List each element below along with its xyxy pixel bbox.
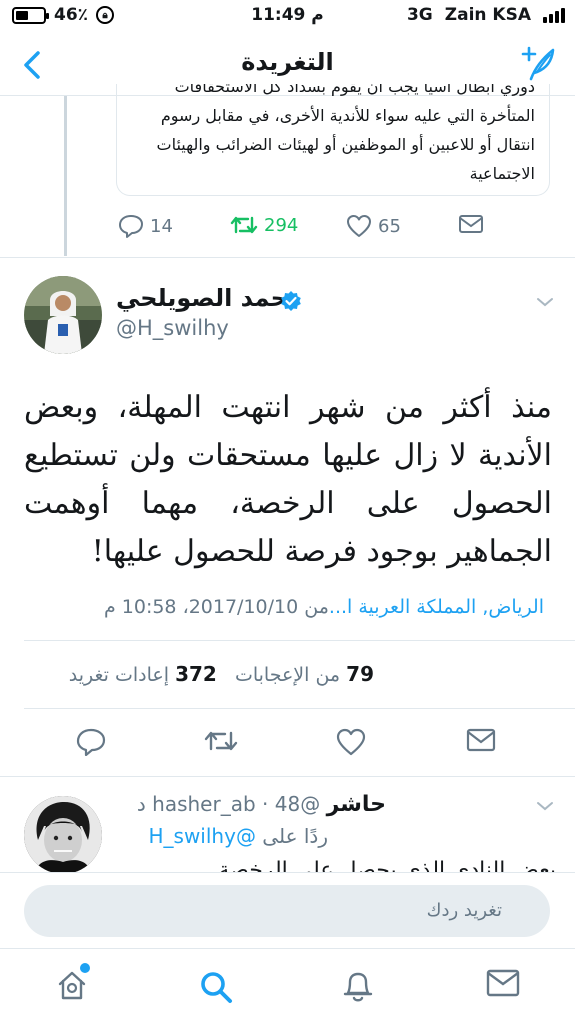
tweet-datetime: 2017/10/10، 10:58 م — [103, 596, 299, 618]
reply-header: حاشر @hasher_ab · 48 د — [136, 792, 386, 817]
like-button[interactable]: 65 — [346, 214, 401, 238]
previous-tweet-actions: 14 294 65 — [112, 214, 492, 244]
signal-icon — [543, 7, 565, 23]
divider — [24, 708, 575, 709]
like-count: 65 — [378, 215, 401, 237]
envelope-icon — [459, 215, 483, 233]
home-icon[interactable] — [56, 969, 88, 1001]
author-avatar-image — [24, 276, 102, 354]
status-bar: 46٪ 🔒︎ 11:49 م 3G Zain KSA — [0, 0, 575, 34]
tweet-stats: 79 من الإعجابات 372 إعادات تغريد — [24, 662, 374, 686]
main-tweet-actions — [0, 728, 575, 762]
messages-icon[interactable] — [486, 969, 520, 997]
quoted-tweet-card[interactable]: دوري أبطال آسيا يجب أن يقوم بسداد كل الا… — [116, 84, 550, 196]
tweet-location[interactable]: الرياض, المملكة العربية ا... — [329, 596, 544, 618]
heart-icon — [347, 215, 371, 237]
bottom-tab-bar — [0, 948, 575, 1024]
notifications-icon[interactable] — [342, 969, 374, 1003]
reply-button[interactable]: 14 — [118, 214, 173, 238]
network-type: 3G — [406, 5, 433, 25]
tweet-text: منذ أكثر من شهر انتهت المهلة، وبعض الأند… — [24, 390, 552, 569]
likes-label[interactable]: من الإعجابات — [235, 664, 340, 686]
page-title: التغريدة — [241, 48, 334, 76]
notification-dot — [80, 963, 90, 973]
thread-connector-line — [64, 96, 67, 256]
author-handle[interactable]: @H_swilhy — [116, 316, 229, 340]
reply-icon — [119, 215, 143, 238]
divider — [0, 776, 575, 777]
retweet-count: 294 — [264, 214, 299, 236]
carrier-name: Zain KSA — [444, 5, 531, 25]
retweet-button[interactable]: 294 — [230, 214, 298, 236]
author-name[interactable]: حمد الصويلحي — [116, 284, 288, 312]
reply-icon[interactable] — [76, 728, 106, 756]
chevron-down-icon[interactable] — [536, 296, 554, 308]
quoted-line: انتقال أو للاعبين أو الموظفين أو لهيئات … — [156, 135, 536, 154]
avatar[interactable] — [24, 276, 102, 354]
retweet-icon[interactable] — [204, 728, 238, 754]
reply-tweet-text: بعض النادي الذي يحصل على الرخصة — [218, 858, 556, 872]
reply-count: 14 — [150, 215, 173, 237]
replying-label: ردًا على — [262, 824, 328, 848]
tweet-metadata: الرياض, المملكة العربية ا...من 2017/10/1… — [24, 596, 544, 618]
retweets-label[interactable]: إعادات تغريد — [69, 664, 169, 686]
retweets-count[interactable]: 372 — [175, 662, 217, 686]
replying-to: ردًا على @H_swilhy — [116, 824, 328, 848]
reply-input[interactable]: تغريد ردك — [24, 885, 550, 937]
replying-mention[interactable]: @H_swilhy — [148, 824, 255, 848]
status-right: 3G Zain KSA — [407, 5, 565, 25]
retweet-icon — [230, 216, 258, 234]
quoted-tweet-text: دوري أبطال آسيا يجب أن يقوم بسداد كل الا… — [117, 84, 549, 188]
quoted-line: دوري أبطال آسيا يجب أن يقوم بسداد كل الا… — [174, 84, 535, 96]
share-dm-button[interactable] — [458, 214, 484, 234]
reply-composer-bar: تغريد ردك — [0, 872, 575, 948]
avatar[interactable] — [24, 796, 102, 874]
search-icon[interactable] — [198, 969, 234, 1005]
compose-tweet-icon[interactable] — [517, 46, 557, 82]
from-label: من — [304, 596, 329, 618]
heart-icon[interactable] — [336, 728, 366, 756]
chevron-down-icon[interactable] — [536, 800, 554, 812]
reply-author-avatar-image — [24, 796, 102, 874]
verified-badge-icon — [281, 291, 301, 311]
quoted-line: المتأخرة التي عليه سواء للأندية الأخرى، … — [160, 106, 535, 125]
reply-author-name[interactable]: حاشر — [327, 792, 386, 817]
divider — [0, 257, 575, 258]
quoted-line: الاجتماعية — [469, 164, 535, 183]
divider — [24, 640, 575, 641]
likes-count[interactable]: 79 — [346, 662, 374, 686]
envelope-icon[interactable] — [466, 728, 496, 752]
